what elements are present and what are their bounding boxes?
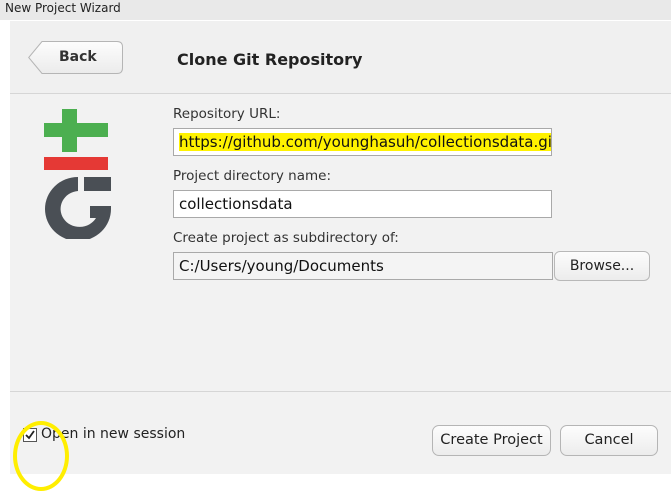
annotation-circle bbox=[13, 421, 69, 491]
page-title: Clone Git Repository bbox=[177, 50, 363, 69]
new-project-dialog: Back Clone Git Repository Repository URL… bbox=[10, 21, 671, 491]
subdir-label: Create project as subdirectory of: bbox=[173, 230, 399, 246]
repo-url-label: Repository URL: bbox=[173, 106, 281, 122]
subdir-input[interactable]: C:/Users/young/Documents bbox=[173, 252, 553, 280]
git-logo-icon bbox=[44, 109, 111, 239]
window-title: New Project Wizard bbox=[5, 1, 121, 15]
window-titlebar: New Project Wizard bbox=[0, 0, 671, 20]
browse-button[interactable]: Browse... bbox=[554, 251, 650, 281]
dir-name-value: collectionsdata bbox=[179, 195, 293, 213]
back-button[interactable]: Back bbox=[28, 41, 123, 74]
cancel-button[interactable]: Cancel bbox=[560, 425, 658, 456]
back-button-label: Back bbox=[59, 49, 97, 65]
footer-divider bbox=[10, 391, 671, 392]
repo-url-input[interactable]: https://github.com/younghasuh/collection… bbox=[173, 128, 552, 156]
repo-url-value: https://github.com/younghasuh/collection… bbox=[179, 133, 551, 151]
wizard-header: Back Clone Git Repository bbox=[10, 21, 671, 94]
dir-name-label: Project directory name: bbox=[173, 168, 331, 184]
subdir-value: C:/Users/young/Documents bbox=[179, 257, 384, 275]
dir-name-input[interactable]: collectionsdata bbox=[173, 190, 552, 218]
create-project-button[interactable]: Create Project bbox=[432, 425, 551, 456]
